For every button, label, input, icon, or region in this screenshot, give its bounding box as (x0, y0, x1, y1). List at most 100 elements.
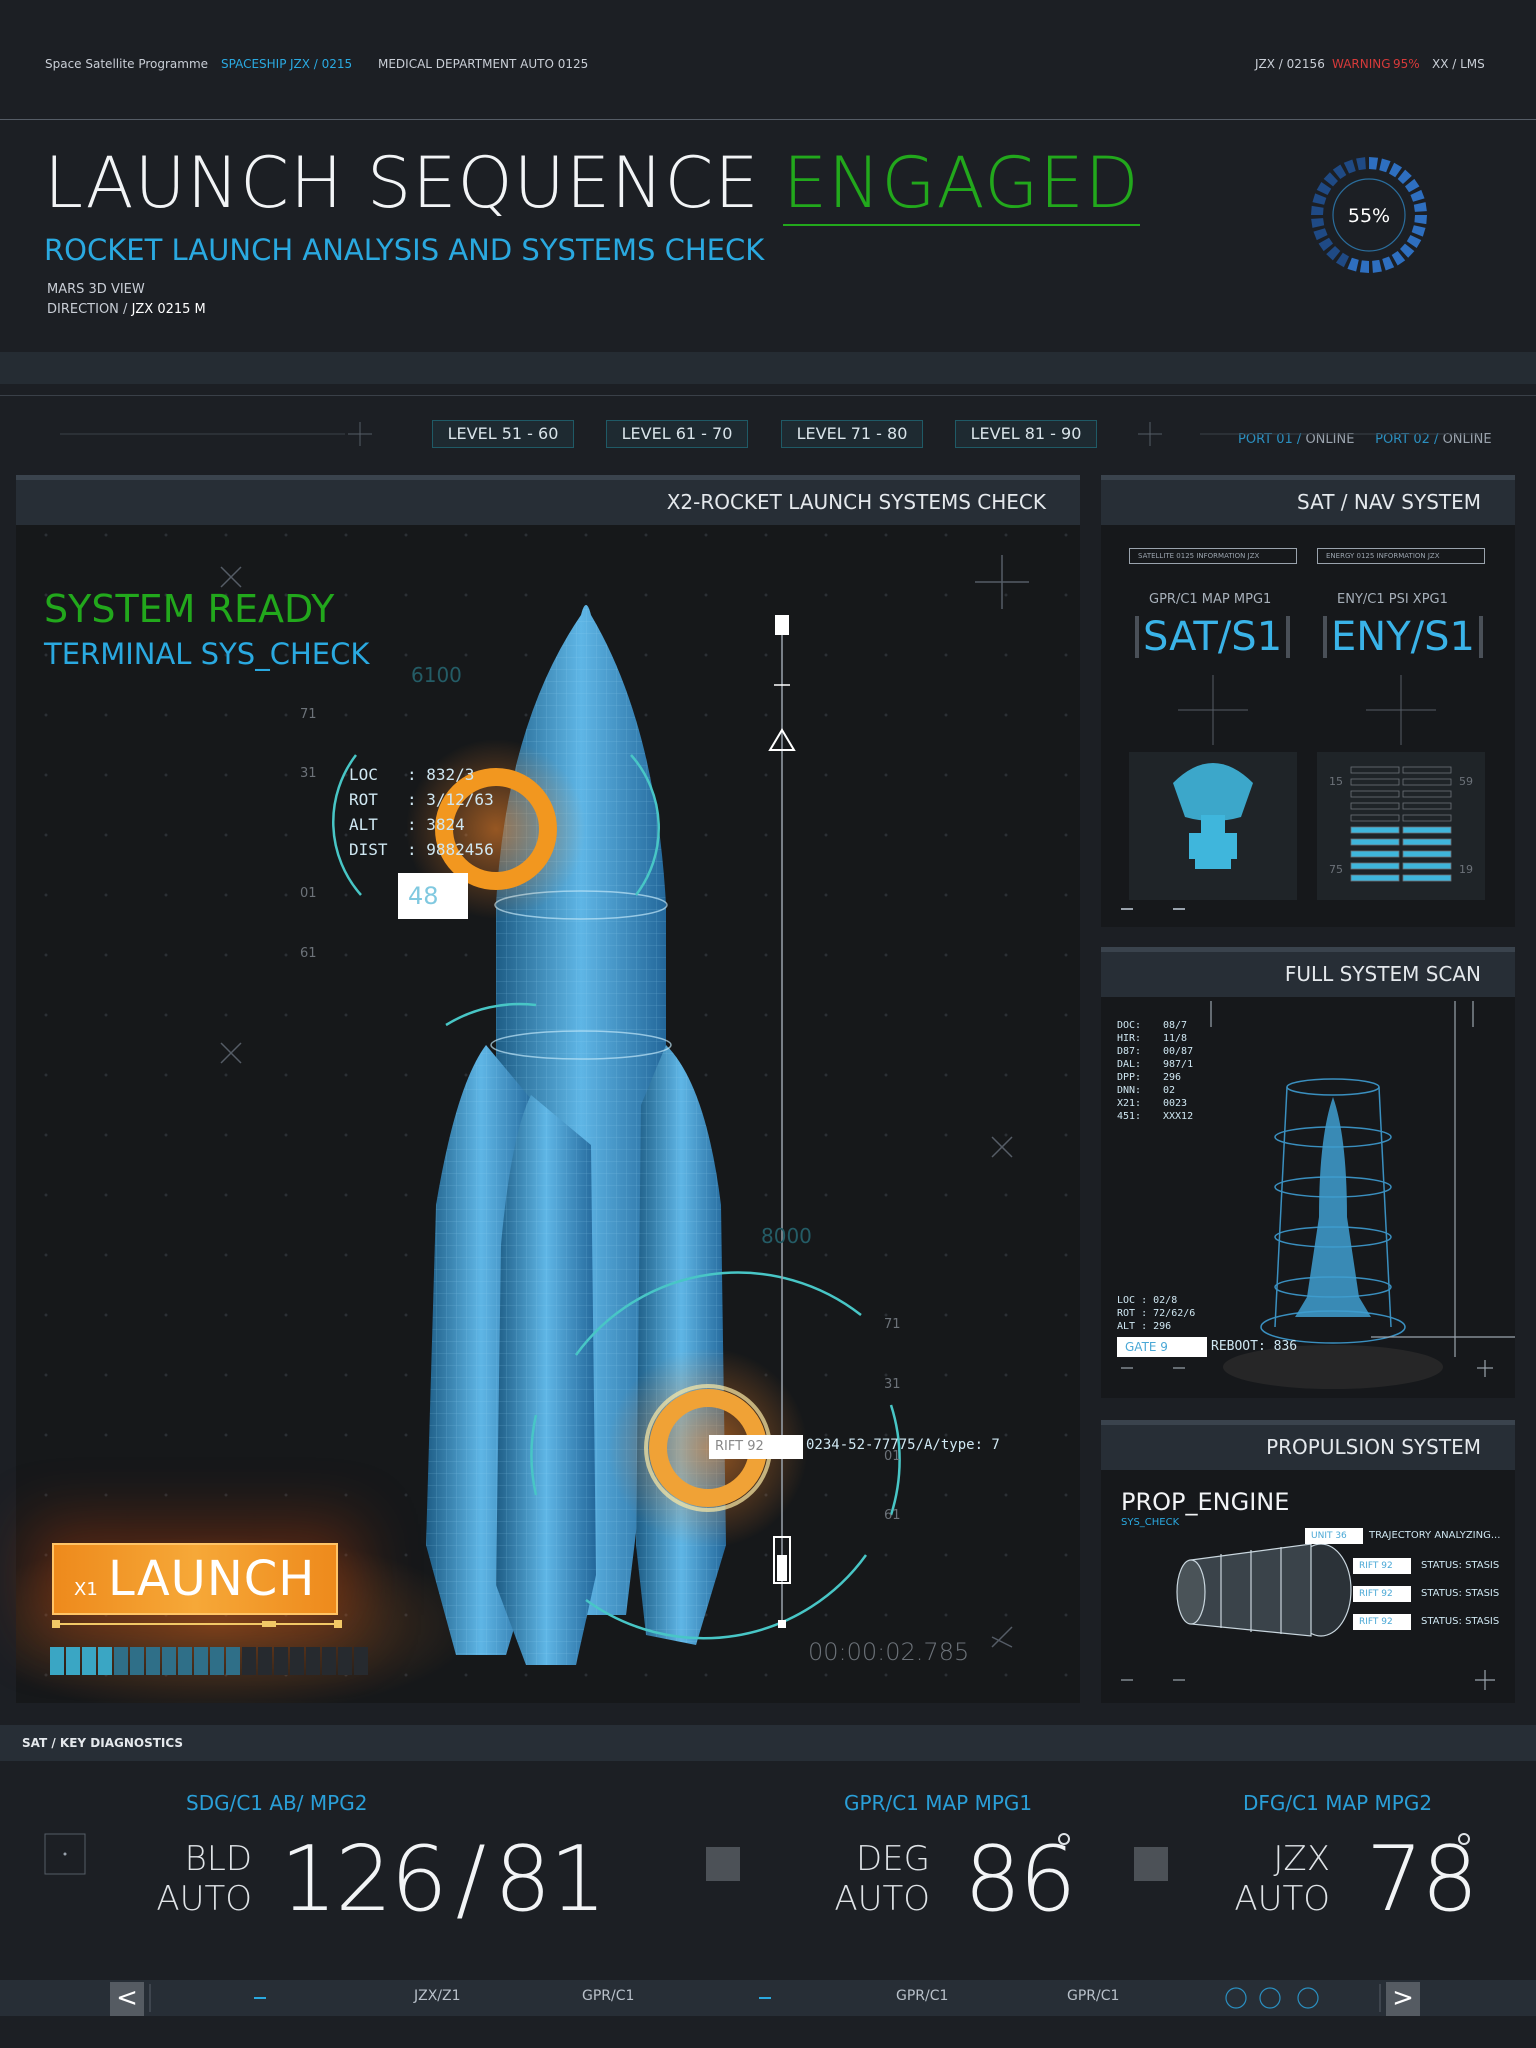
diagnostics-panel: SDG/C1 AB/ MPG2 BLD AUTO 126/81 GPR/C1 MA… (0, 1761, 1536, 1979)
nav-item[interactable]: GPR/C1 (582, 1988, 634, 2004)
gauge-segment (1388, 162, 1403, 178)
diag-label: GPR/C1 MAP MPG1 (844, 1791, 1033, 1815)
progress-segment (50, 1647, 64, 1675)
view-mode: MARS 3D VIEW (47, 282, 145, 297)
energy-bar (1402, 826, 1452, 834)
rift-tag[interactable]: RIFT 92 (1353, 1614, 1411, 1630)
top-status-bar: Space Satellite Programme SPACESHIP JZX … (0, 0, 1536, 120)
progress-segment (98, 1647, 112, 1675)
navbar-marks (149, 1984, 1381, 2012)
gauge-segment (1316, 181, 1332, 196)
svg-text:8000: 8000 (761, 1224, 812, 1248)
target-marker[interactable]: 48 (398, 873, 468, 919)
gauge-segment (1323, 172, 1338, 187)
rift-tag[interactable]: RIFT 92 (1353, 1558, 1411, 1574)
hero-header: LAUNCH SEQUENCE ENGAGED ROCKET LAUNCH AN… (0, 120, 1536, 447)
divider-band (0, 352, 1536, 384)
svg-text:59: 59 (1459, 775, 1473, 788)
rift-tag[interactable]: RIFT 92 (709, 1435, 803, 1459)
progress-gauge: 55% (1311, 157, 1427, 273)
progress-segment (66, 1647, 80, 1675)
progress-segment (178, 1647, 192, 1675)
rocket-viewport: 71 31 01 61 71 31 01 61 6100 8000 (16, 533, 1068, 1703)
sat-code: SAT/S1 (1135, 616, 1291, 658)
svg-text:31: 31 (300, 766, 317, 781)
level-tab[interactable]: LEVEL 61 - 70 (606, 420, 748, 448)
prop-footer-marks (1121, 1670, 1495, 1690)
warning-value: 95% (1393, 57, 1420, 71)
page-subtitle: ROCKET LAUNCH ANALYSIS AND SYSTEMS CHECK (44, 233, 765, 267)
progress-segment (306, 1647, 320, 1675)
progress-segment (242, 1647, 256, 1675)
gauge-segment (1382, 256, 1395, 271)
gauge-segment (1379, 158, 1391, 173)
gauge-segment (1347, 257, 1359, 272)
gauge-segment (1413, 202, 1427, 212)
svg-text:75: 75 (1329, 863, 1343, 876)
info-strip: SATELLITE 0125 INFORMATION JZX (1129, 548, 1297, 564)
nav-item[interactable]: JZX/Z1 (414, 1988, 461, 2004)
diag-separator (706, 1847, 740, 1881)
launch-label: LAUNCH (108, 1551, 316, 1607)
diag-label: DFG/C1 MAP MPG2 (1243, 1791, 1433, 1815)
sat-graphics: 15 75 59 19 (1121, 675, 1485, 910)
terminal-label: TERMINAL SYS_CHECK (44, 637, 370, 671)
warning-label: WARNING (1332, 57, 1391, 71)
gauge-value: 55% (1348, 205, 1390, 227)
level-tab[interactable]: LEVEL 51 - 60 (432, 420, 574, 448)
telemetry-row: ROT: 3/12/63 (349, 790, 494, 809)
gate-tag[interactable]: GATE 9 (1117, 1337, 1207, 1357)
progress-segment (226, 1647, 240, 1675)
energy-bar (1350, 874, 1400, 882)
progress-segment (258, 1647, 272, 1675)
diag-key: BLD AUTO (156, 1839, 252, 1919)
eny-code: ENY/S1 (1323, 616, 1483, 658)
energy-bar (1402, 850, 1452, 858)
scan-mini-row: LOC : 02/8 (1117, 1295, 1178, 1306)
engine-name: PROP_ENGINE (1121, 1488, 1290, 1516)
panel-title: X2-ROCKET LAUNCH SYSTEMS CHECK (16, 475, 1080, 525)
lms-label: XX / LMS (1432, 57, 1485, 71)
energy-bar (1350, 838, 1400, 846)
level-tab[interactable]: LEVEL 81 - 90 (955, 420, 1097, 448)
level-rulers (60, 422, 1480, 446)
rocket-scan-image (1295, 1097, 1371, 1317)
title-accent: ENGAGED (782, 142, 1140, 226)
launch-slider[interactable] (52, 1617, 342, 1631)
propulsion-panel: PROPULSION SYSTEM PROP_ENGINE SYS_CHECK … (1101, 1420, 1515, 1703)
rocket-systems-panel: X2-ROCKET LAUNCH SYSTEMS CHECK 71 31 01 … (16, 475, 1080, 1703)
gauge-segment (1369, 157, 1379, 170)
telemetry-row: LOC: 832/3 (349, 765, 475, 784)
sat-tabs: GPR/C1 MAP MPG1 (1149, 592, 1272, 607)
nav-item[interactable]: GPR/C1 (1067, 1988, 1119, 2004)
system-status: SYSTEM READY (44, 587, 335, 631)
progress-segment (82, 1647, 96, 1675)
unit-tag[interactable]: UNIT 36 (1305, 1528, 1363, 1544)
diag-value: 126/81 (280, 1827, 607, 1932)
diagnostics-target-icon[interactable] (44, 1833, 86, 1875)
diagnostics-title: SAT / KEY DIAGNOSTICS (0, 1725, 1536, 1761)
launch-timer: 00:00:02.785 (808, 1638, 970, 1666)
progress-segment (290, 1647, 304, 1675)
diag-separator (1134, 1847, 1168, 1881)
nav-item[interactable]: GPR/C1 (896, 1988, 948, 2004)
title-main: LAUNCH SEQUENCE (44, 142, 760, 224)
rift-status: STATUS: STASIS (1421, 1616, 1500, 1627)
unit-status: TRAJECTORY ANALYZING... (1369, 1530, 1501, 1541)
degree-symbol (1458, 1833, 1470, 1845)
scan-mini-row: ROT : 72/62/6 (1117, 1308, 1196, 1319)
gauge-segment (1313, 228, 1328, 241)
progress-segment (162, 1647, 176, 1675)
diag-key: JZX AUTO (1234, 1839, 1330, 1919)
progress-segment (114, 1647, 128, 1675)
svg-text:71: 71 (884, 1317, 901, 1332)
panel-title: FULL SYSTEM SCAN (1101, 947, 1515, 997)
gauge-segment (1326, 246, 1341, 261)
programme-name: Space Satellite Programme (45, 57, 209, 71)
level-tab[interactable]: LEVEL 71 - 80 (781, 420, 923, 448)
launch-button[interactable]: X1 LAUNCH (52, 1543, 338, 1615)
svg-text:01: 01 (300, 886, 317, 901)
spaceship-id: JZX / 0215 (290, 57, 353, 71)
rift-tag[interactable]: RIFT 92 (1353, 1586, 1411, 1602)
reboot-counter: REBOOT: 836 (1211, 1339, 1298, 1354)
